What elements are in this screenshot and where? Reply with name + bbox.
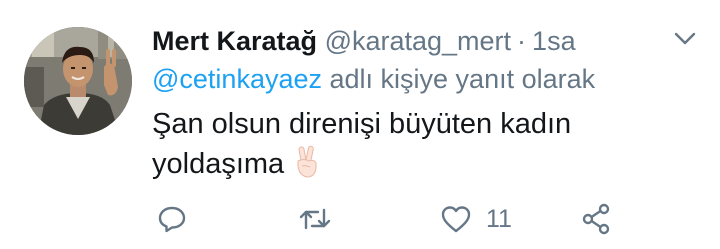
share-icon [581, 203, 611, 235]
author-handle[interactable]: @karatag_mert [325, 26, 511, 56]
reply-button[interactable] [157, 196, 187, 242]
chevron-down-icon[interactable] [672, 30, 698, 48]
like-button[interactable]: 11 [440, 196, 512, 242]
tweet-header: Mert Karatağ @karatag_mert · 1sa [152, 20, 576, 62]
reply-icon [157, 204, 187, 234]
avatar-photo [24, 27, 132, 135]
tweet-text: Şan olsun direnişi büyüten kadın yoldaşı… [152, 104, 672, 184]
reply-context-text: adlı kişiye yanıt olarak [322, 64, 596, 94]
tweet-actions: 11 [0, 196, 720, 242]
author-display-name[interactable]: Mert Karatağ [152, 26, 317, 56]
separator-dot: · [517, 26, 527, 56]
retweet-icon [298, 204, 332, 234]
reply-mention-link[interactable]: @cetinkayaez [152, 64, 322, 94]
tweet-text-line-2: yoldaşıma [152, 144, 672, 184]
tweet: Mert Karatağ @karatag_mert · 1sa @cetinkay… [0, 0, 720, 249]
victory-hand-icon [292, 145, 322, 179]
tweet-text-word: yoldaşıma [152, 148, 285, 180]
heart-icon [440, 204, 472, 234]
tweet-timestamp[interactable]: 1sa [532, 26, 576, 56]
avatar[interactable] [24, 27, 132, 135]
reply-context: @cetinkayaez adlı kişiye yanıt olarak [152, 58, 595, 100]
retweet-button[interactable] [298, 196, 332, 242]
tweet-text-line: Şan olsun direnişi büyüten kadın [152, 108, 572, 140]
like-count: 11 [486, 204, 512, 233]
share-button[interactable] [581, 196, 611, 242]
